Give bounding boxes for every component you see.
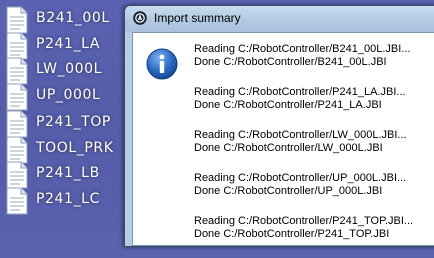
desktop-file-p241-la[interactable]: P241_LA xyxy=(4,32,134,60)
dialog-title: Import summary xyxy=(154,11,241,25)
document-icon xyxy=(6,6,28,34)
document-icon xyxy=(6,83,28,111)
dialog-content: Reading C:/RobotController/B241_00L.JBI.… xyxy=(132,32,434,246)
desktop-file-label: P241_TOP xyxy=(36,114,111,130)
desktop-file-up-000l[interactable]: UP_000L xyxy=(4,83,134,111)
message-list: Reading C:/RobotController/B241_00L.JBI.… xyxy=(194,43,434,258)
done-line: Done C:/RobotController/P241_TOP.JBI xyxy=(194,228,390,240)
done-line: Done C:/RobotController/UP_000L.JBI xyxy=(194,185,383,197)
desktop-file-label: B241_00L xyxy=(36,10,110,26)
desktop-file-p241-lb[interactable]: P241_LB xyxy=(4,161,134,189)
message-entry: Reading C:/RobotController/UP_000L.JBI..… xyxy=(194,172,434,198)
dialog-titlebar[interactable]: Import summary xyxy=(125,6,434,32)
reading-line: Reading C:/RobotController/LW_000L.JBI..… xyxy=(194,129,407,141)
desktop-file-label: TOOL_PRK xyxy=(36,140,114,156)
import-summary-dialog: Import summary Reading C:/RobotControlle… xyxy=(124,5,434,247)
desktop-file-label: LW_000L xyxy=(36,61,103,77)
done-line: Done C:/RobotController/P241_LA.JBI xyxy=(194,99,382,111)
reading-line: Reading C:/RobotController/P241_LA.JBI..… xyxy=(194,86,406,98)
document-icon xyxy=(6,57,28,85)
desktop-file-label: P241_LC xyxy=(36,191,100,207)
app-icon xyxy=(133,11,147,25)
document-icon xyxy=(6,136,28,164)
desktop-file-b241-00l[interactable]: B241_00L xyxy=(4,6,134,34)
desktop-file-label: P241_LB xyxy=(36,165,100,181)
done-line: Done C:/RobotController/LW_000L.JBI xyxy=(194,142,383,154)
message-entry: Reading C:/RobotController/P241_TOP.JBI.… xyxy=(194,215,434,241)
desktop-file-p241-lc[interactable]: P241_LC xyxy=(4,187,134,215)
desktop-file-p241-top[interactable]: P241_TOP xyxy=(4,110,134,138)
message-entry: Reading C:/RobotController/B241_00L.JBI.… xyxy=(194,43,434,69)
desktop-file-label: P241_LA xyxy=(36,36,101,52)
reading-line: Reading C:/RobotController/B241_00L.JBI.… xyxy=(194,43,411,55)
reading-line: Reading C:/RobotController/P241_TOP.JBI.… xyxy=(194,215,414,227)
document-icon xyxy=(6,187,28,215)
info-icon xyxy=(146,48,178,80)
document-icon xyxy=(6,161,28,189)
document-icon xyxy=(6,110,28,138)
desktop-file-lw-000l[interactable]: LW_000L xyxy=(4,57,134,85)
message-entry: Reading C:/RobotController/LW_000L.JBI..… xyxy=(194,129,434,155)
message-entry: Reading C:/RobotController/P241_LA.JBI..… xyxy=(194,86,434,112)
done-line: Done C:/RobotController/B241_00L.JBI xyxy=(194,56,387,68)
desktop-file-tool-prk[interactable]: TOOL_PRK xyxy=(4,136,134,164)
reading-line: Reading C:/RobotController/UP_000L.JBI..… xyxy=(194,172,407,184)
document-icon xyxy=(6,32,28,60)
desktop-file-label: UP_000L xyxy=(36,87,101,103)
